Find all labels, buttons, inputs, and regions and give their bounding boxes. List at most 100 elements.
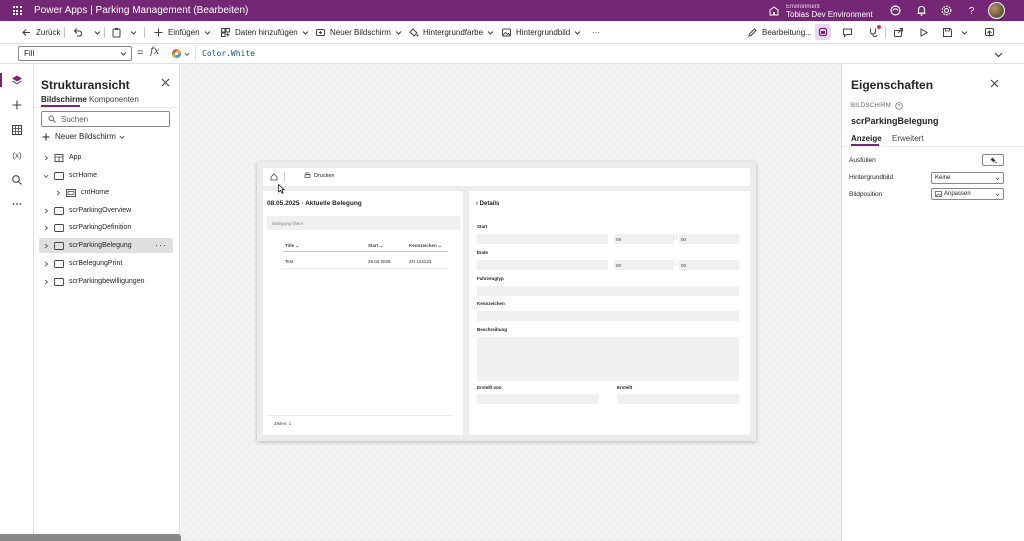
share-button[interactable]: [893, 21, 908, 44]
undo-dropdown-button[interactable]: [90, 21, 101, 44]
start-hour-input[interactable]: 08: [614, 234, 674, 244]
add-data-button[interactable]: Daten hinzufügen: [220, 21, 309, 44]
play-icon: [920, 28, 928, 37]
help-icon[interactable]: ?: [965, 4, 978, 17]
tree-item-scrparkingbewilligungen[interactable]: scrParkingbewilligungen: [39, 274, 173, 289]
tree-item-scrparkingoverview[interactable]: scrParkingOverview: [39, 203, 173, 218]
avatar[interactable]: [988, 2, 1005, 19]
tree-item-app[interactable]: App: [39, 150, 173, 165]
image-position-label: Bildposition: [849, 191, 883, 198]
chevron-right-icon: [44, 208, 49, 213]
created-by-input[interactable]: [477, 394, 599, 404]
property-dropdown[interactable]: Fill: [18, 46, 132, 61]
gear-icon[interactable]: [940, 4, 953, 17]
list-title: 08.05.2025 · Aktuelle Belegung: [267, 200, 362, 207]
end-hour-input[interactable]: 00: [614, 260, 674, 270]
plate-input[interactable]: [477, 311, 739, 321]
print-button[interactable]: Drucken: [304, 172, 334, 179]
tree-item-scrhome[interactable]: scrHome: [39, 168, 173, 183]
formula-input[interactable]: Color.White: [195, 46, 988, 61]
new-screen-button[interactable]: Neuer Bildschirm: [315, 21, 402, 44]
insert-label: Einfügen: [168, 28, 200, 37]
new-screen-icon: [316, 29, 325, 36]
help-circle-icon[interactable]: ?: [895, 102, 903, 110]
image-position-dropdown[interactable]: Anpassen: [931, 188, 1004, 200]
copilot-icon[interactable]: [889, 4, 902, 17]
new-screen-button[interactable]: Neuer Bildschirm: [42, 132, 125, 141]
publish-button[interactable]: [984, 21, 999, 44]
app-screen-preview[interactable]: Drucken 08.05.2025 · Aktuelle Belegung B…: [257, 162, 756, 441]
svg-text:(x): (x): [12, 151, 22, 160]
created-input[interactable]: [617, 394, 739, 404]
tab-display[interactable]: Anzeige: [851, 134, 882, 143]
environment-label: Environment: [786, 3, 820, 10]
comments-button[interactable]: [842, 21, 857, 44]
search-icon[interactable]: [11, 174, 23, 186]
more-icon[interactable]: [11, 198, 23, 210]
start-date-input[interactable]: [477, 234, 608, 244]
status-bar: [0, 534, 181, 541]
background-image-button[interactable]: Hintergrundbild: [501, 21, 581, 44]
end-minute-input[interactable]: 00: [679, 260, 739, 270]
tree-item-label: scrBelegungPrint: [69, 260, 123, 267]
tree-item-scrbelegungprint[interactable]: scrBelegungPrint: [39, 256, 173, 271]
layers-icon[interactable]: [11, 74, 23, 86]
properties-title: Eigenschaften: [851, 78, 934, 92]
column-header-title[interactable]: Title ⌄: [285, 243, 299, 249]
table-cell[interactable]: Test: [285, 259, 293, 264]
vehicle-type-dropdown[interactable]: [477, 286, 739, 296]
save-button[interactable]: [942, 21, 968, 44]
insert-button[interactable]: Einfügen: [153, 21, 211, 44]
divider: [64, 27, 65, 38]
tab-advanced[interactable]: Erweitert: [892, 134, 924, 143]
table-cell[interactable]: 26.04.2025: [368, 259, 391, 264]
bell-icon[interactable]: [915, 4, 928, 17]
search-input[interactable]: Suchen: [41, 111, 170, 127]
chevron-down-icon: [302, 31, 309, 35]
tree-item-label: scrHome: [69, 172, 98, 179]
home-icon[interactable]: [270, 173, 278, 181]
insert-plus-icon[interactable]: [11, 99, 23, 111]
environment-picker[interactable]: Environment Tobias Dev Environment: [768, 2, 873, 19]
back-button[interactable]: Zurück: [21, 21, 60, 44]
color-picker-button[interactable]: [171, 48, 191, 59]
column-header-kennzeichen[interactable]: Kennzeichen ⌄: [409, 243, 442, 249]
health-check-button[interactable]: [868, 21, 883, 44]
more-commands-button[interactable]: ···: [592, 21, 600, 44]
property-value: Fill: [24, 49, 35, 58]
close-icon[interactable]: [990, 79, 999, 88]
fill-color-button[interactable]: [982, 154, 1004, 166]
image-icon: [935, 191, 942, 197]
tab-components[interactable]: Komponenten: [89, 95, 139, 104]
control-name[interactable]: scrParkingBelegung: [851, 116, 939, 126]
tab-screens[interactable]: Bildschirme: [41, 95, 87, 104]
bg-image-dropdown[interactable]: Keine: [931, 172, 1004, 184]
tree-item-scrparkingbelegung[interactable]: scrParkingBelegung ···: [39, 238, 173, 253]
column-header-start[interactable]: Start ⌄: [368, 243, 383, 249]
table-cell[interactable]: ZH 123123: [409, 259, 431, 264]
description-input[interactable]: [477, 337, 739, 381]
edit-mode-button[interactable]: Bearbeitung...: [747, 21, 812, 44]
filter-input[interactable]: Belegung filtern: [267, 216, 460, 230]
more-options-button[interactable]: ···: [155, 240, 167, 250]
divider: [34, 107, 180, 108]
undo-button[interactable]: [72, 21, 87, 44]
end-label: Ende: [477, 250, 489, 255]
data-table-icon[interactable]: [11, 124, 23, 136]
app-checker-button[interactable]: [815, 24, 831, 40]
app-launcher-icon[interactable]: [0, 0, 34, 21]
variables-icon[interactable]: (x): [11, 149, 23, 161]
tree-item-cnthome[interactable]: cntHome: [39, 185, 173, 200]
command-bar: Zurück Einfügen Daten hinzufügen Neuer B…: [0, 21, 1024, 44]
database-icon: [221, 28, 230, 37]
start-minute-input[interactable]: 00: [679, 234, 739, 244]
expand-chevron-icon[interactable]: [994, 50, 1003, 59]
tree-item-scrparkingdefinition[interactable]: scrParkingDefinition: [39, 220, 173, 235]
preview-button[interactable]: [918, 21, 933, 44]
plus-icon: [42, 133, 50, 140]
paste-button[interactable]: [111, 21, 137, 44]
chevron-right-icon: [56, 190, 61, 195]
background-color-button[interactable]: Hintergrundfarbe: [408, 21, 494, 44]
end-date-input[interactable]: [477, 260, 608, 270]
close-icon[interactable]: [161, 78, 170, 87]
